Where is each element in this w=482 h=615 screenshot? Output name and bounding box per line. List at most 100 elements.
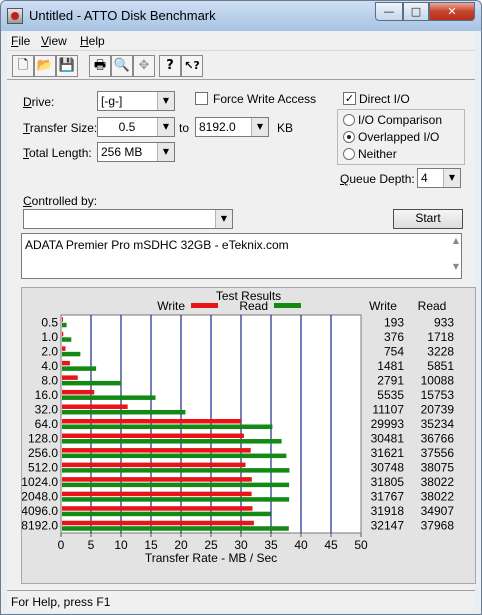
write-value: 1481 (377, 359, 404, 373)
scroll-up-icon[interactable]: ▲ (453, 236, 459, 245)
read-value: 37556 (421, 446, 455, 460)
open-folder-icon[interactable]: 📂 (34, 55, 56, 77)
drive-label: Drive: (23, 95, 55, 109)
chevron-down-icon[interactable]: ▼ (251, 118, 268, 136)
write-value: 31918 (371, 504, 405, 518)
queue-depth-select[interactable]: 4 ▼ (417, 168, 461, 188)
write-value: 31621 (371, 446, 405, 460)
read-bar (62, 322, 67, 328)
new-doc-icon[interactable]: 🗋 (12, 55, 34, 77)
legend-write-label: Write (157, 299, 185, 313)
read-value: 1718 (427, 330, 454, 344)
write-bar (62, 462, 246, 468)
chevron-down-icon[interactable]: ▼ (443, 169, 460, 187)
write-bar (62, 448, 251, 453)
transfer-size-label: Transfer Size: (23, 121, 98, 135)
legend-write-swatch (191, 303, 218, 308)
start-button[interactable]: Start (393, 209, 463, 229)
move-icon[interactable]: ✥ (133, 55, 155, 77)
total-length-label: Total Length: (23, 146, 92, 160)
chevron-down-icon[interactable]: ▼ (157, 118, 174, 136)
write-bar (62, 506, 253, 511)
write-value: 2791 (377, 373, 404, 387)
read-value: 38022 (421, 490, 455, 504)
x-tick-label: 40 (294, 538, 308, 552)
read-bar (62, 482, 290, 488)
direct-io-label: Direct I/O (359, 92, 410, 106)
y-category-label: 32.0 (35, 402, 59, 416)
context-help-icon[interactable]: ↖? (181, 55, 203, 77)
description-textbox[interactable]: ADATA Premier Pro mSDHC 32GB - eTeknix.c… (21, 233, 462, 279)
read-value: 37968 (421, 519, 455, 533)
toolbar: 🗋 📂 💾 🖶 🔍 ✥ ? ↖? (7, 52, 475, 80)
transfer-size-from-value: 0.5 (118, 120, 136, 134)
read-value: 20739 (421, 402, 455, 416)
x-tick-label: 0 (58, 538, 65, 552)
test-results-panel: Test Results 0 5 10 15 20 25 30 35 40 45 50 Transfe… (21, 287, 476, 584)
write-bar (62, 433, 244, 439)
read-bar (62, 424, 273, 429)
menu-help[interactable]: Help (80, 34, 105, 48)
scroll-down-icon[interactable]: ▼ (453, 262, 459, 271)
force-write-access-checkbox[interactable] (195, 92, 208, 105)
y-category-label: 64.0 (35, 417, 59, 431)
chevron-down-icon[interactable]: ▼ (157, 92, 174, 110)
menu-file[interactable]: File (11, 34, 30, 48)
help-icon[interactable]: ? (159, 55, 181, 77)
neither-radio[interactable] (343, 148, 355, 160)
direct-io-checkbox[interactable]: ✓ (343, 92, 356, 105)
read-bar (62, 351, 81, 357)
read-value: 34907 (421, 504, 455, 518)
y-category-label: 1024.0 (22, 475, 58, 489)
results-chart: 0 5 10 15 20 25 30 35 40 45 50 Transfer Rate - MB /… (22, 299, 455, 565)
transfer-size-from-select[interactable]: 0.5 ▼ (97, 117, 175, 137)
read-value: 3228 (427, 344, 454, 358)
force-write-access-label: Force Write Access (213, 92, 317, 106)
write-bar (62, 404, 128, 409)
x-tick-label: 15 (144, 538, 158, 552)
y-category-label: 4096.0 (22, 504, 58, 518)
read-bar (62, 395, 156, 400)
read-bar (62, 380, 122, 386)
y-category-label: 16.0 (35, 388, 59, 402)
total-length-select[interactable]: 256 MB ▼ (97, 142, 175, 162)
minimize-button[interactable]: — (375, 2, 403, 21)
read-bar (62, 337, 72, 342)
save-disk-icon[interactable]: 💾 (56, 55, 78, 77)
x-tick-label: 45 (324, 538, 338, 552)
close-button[interactable]: ✕ (429, 2, 475, 21)
transfer-size-unit: KB (277, 121, 294, 135)
x-tick-label: 50 (354, 538, 368, 552)
io-comparison-radio[interactable] (343, 114, 355, 126)
print-preview-icon[interactable]: 🔍 (111, 55, 133, 77)
read-value: 36766 (421, 432, 455, 446)
x-tick-label: 35 (264, 538, 278, 552)
write-value: 754 (384, 344, 404, 358)
chevron-down-icon[interactable]: ▼ (215, 210, 232, 228)
title-bar[interactable]: Untitled - ATTO Disk Benchmark — □ ✕ (1, 1, 481, 31)
neither-label: Neither (358, 147, 397, 161)
write-value: 30481 (371, 432, 405, 446)
y-category-label: 2.0 (41, 344, 58, 358)
write-bar (62, 317, 63, 322)
write-value: 11107 (372, 402, 404, 416)
chevron-down-icon[interactable]: ▼ (157, 143, 174, 161)
x-tick-label: 25 (204, 538, 218, 552)
menu-view[interactable]: View (41, 34, 67, 48)
write-bar (62, 331, 64, 337)
read-value: 38022 (421, 475, 455, 489)
read-bar (62, 453, 287, 459)
controlled-by-select[interactable]: ▼ (23, 209, 233, 229)
drive-select[interactable]: [-g-] ▼ (97, 91, 175, 111)
drive-value: [-g-] (101, 94, 123, 108)
write-bar (62, 375, 78, 380)
y-category-label: 2048.0 (22, 490, 58, 504)
y-category-label: 8192.0 (22, 519, 58, 533)
write-bar (62, 491, 252, 497)
x-axis-label: Transfer Rate - MB / Sec (145, 551, 277, 565)
overlapped-io-radio[interactable] (343, 131, 355, 143)
print-icon[interactable]: 🖶 (89, 55, 111, 77)
maximize-button[interactable]: □ (403, 2, 429, 21)
y-category-label: 4.0 (41, 359, 58, 373)
transfer-size-to-select[interactable]: 8192.0 ▼ (195, 117, 269, 137)
